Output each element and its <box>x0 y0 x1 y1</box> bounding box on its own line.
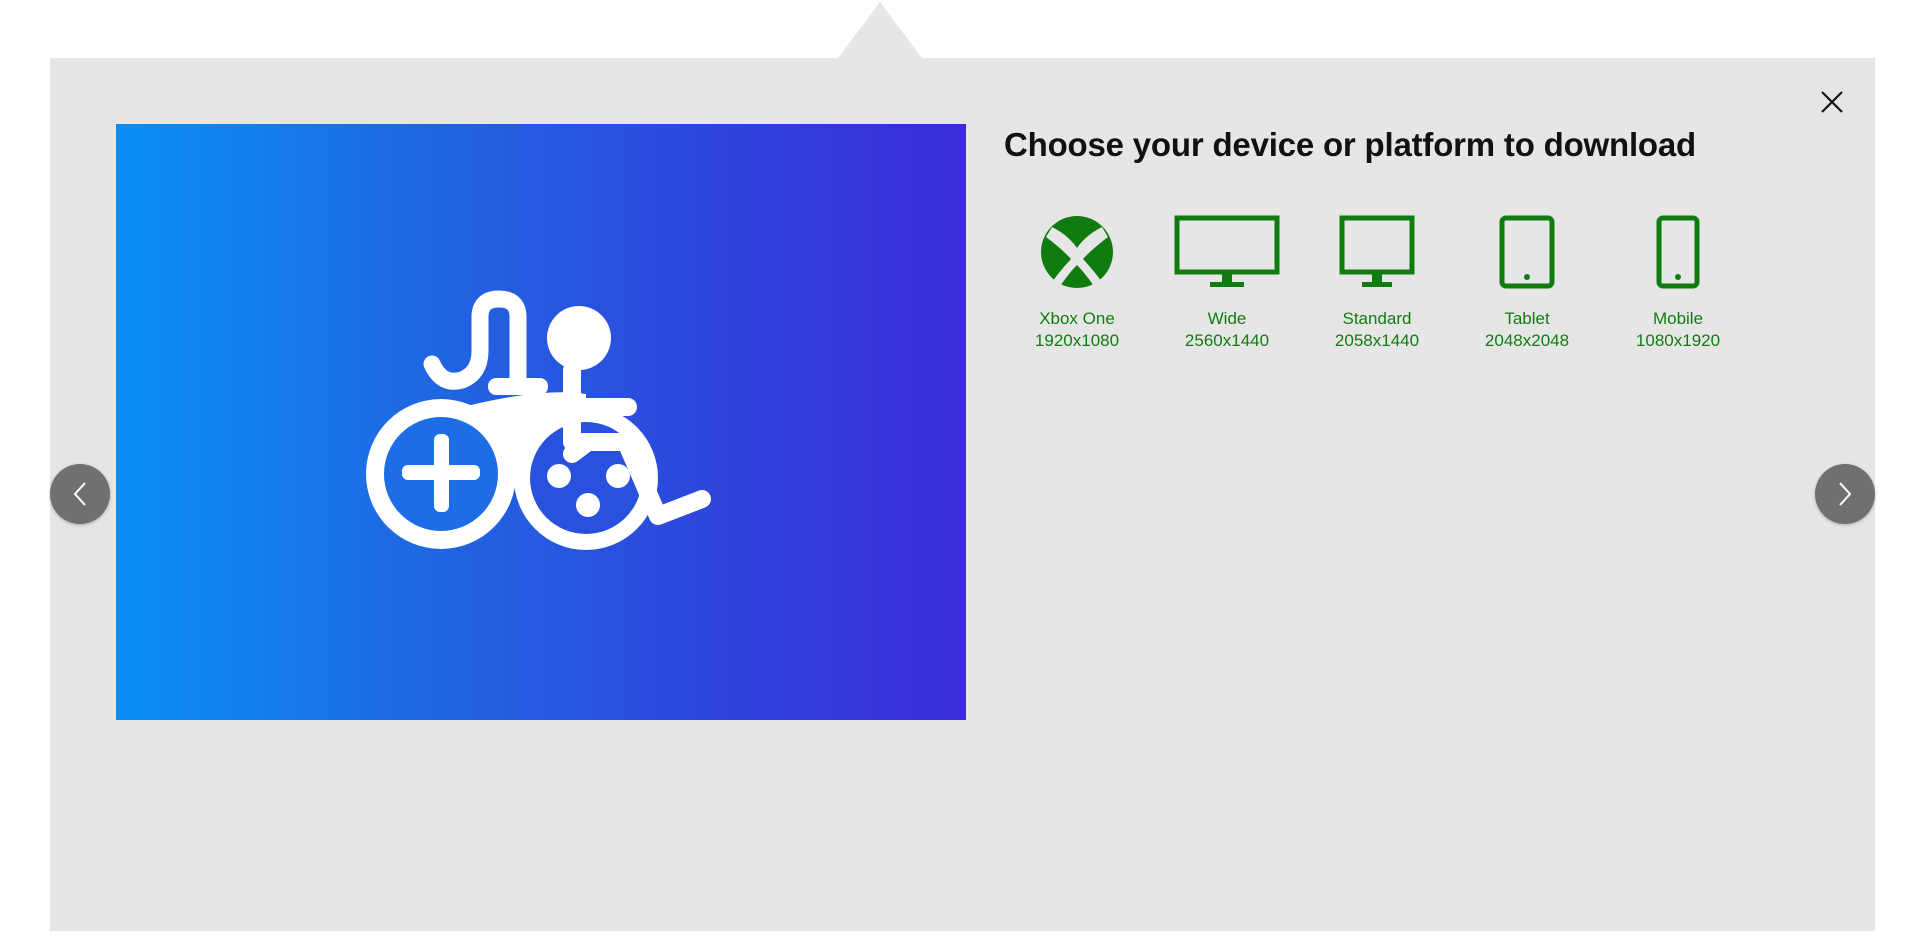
device-name: Mobile <box>1652 309 1704 328</box>
device-resolution: 2058x1440 <box>1334 331 1420 350</box>
device-name: Tablet <box>1504 309 1550 328</box>
device-tablet[interactable]: Tablet 2048x2048 <box>1462 212 1592 352</box>
device-name: Standard <box>1342 309 1412 328</box>
device-standard[interactable]: Standard 2058x1440 <box>1312 212 1442 352</box>
chevron-right-icon <box>1839 482 1852 506</box>
next-button[interactable] <box>1815 464 1875 524</box>
device-resolution: 1080x1920 <box>1635 331 1721 350</box>
standard-monitor-icon <box>1339 215 1415 287</box>
device-name: Wide <box>1207 309 1247 328</box>
device-resolution: 2048x2048 <box>1484 331 1570 350</box>
previous-button[interactable] <box>50 464 110 524</box>
tablet-icon <box>1499 215 1555 289</box>
wallpaper-preview <box>116 124 966 720</box>
dialog-title: Choose your device or platform to downlo… <box>1004 126 1696 163</box>
xbox-logo-icon <box>1041 216 1113 289</box>
mobile-phone-icon <box>1656 215 1700 289</box>
device-wide[interactable]: Wide 2560x1440 <box>1162 212 1292 352</box>
wide-monitor-icon <box>1174 215 1280 287</box>
chevron-left-icon <box>73 482 86 506</box>
device-mobile[interactable]: Mobile 1080x1920 <box>1613 212 1743 352</box>
dialog-pointer <box>838 2 922 58</box>
device-xbox-one[interactable]: Xbox One 1920x1080 <box>1012 212 1142 352</box>
close-icon <box>1821 91 1843 113</box>
accessibility-controller-wheelchair-icon <box>366 290 711 550</box>
device-name: Xbox One <box>1039 309 1115 328</box>
device-resolution: 2560x1440 <box>1184 331 1270 350</box>
close-button[interactable] <box>1812 82 1852 122</box>
device-resolution: 1920x1080 <box>1034 331 1120 350</box>
